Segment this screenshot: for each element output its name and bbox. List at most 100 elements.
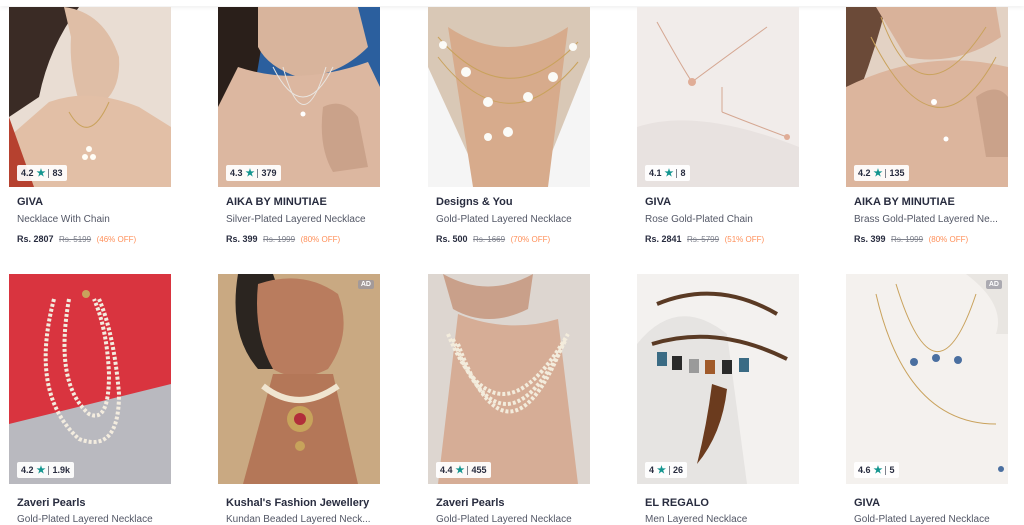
separator xyxy=(668,465,670,475)
discounted-price: Rs. 500 xyxy=(436,234,468,244)
product-image[interactable]: 4.3 ★ 379 xyxy=(218,7,380,187)
star-icon: ★ xyxy=(657,464,666,476)
product-card[interactable]: 4.2 ★ 1.9k Zaveri Pearls Gold-Plated Lay… xyxy=(9,274,171,525)
rating-badge: 4 ★ 26 xyxy=(645,462,687,478)
original-price: Rs. 5799 xyxy=(687,235,720,244)
product-name[interactable]: Necklace With Chain xyxy=(17,214,167,225)
rating-value: 4.2 xyxy=(858,168,871,178)
discounted-price: Rs. 2807 xyxy=(17,234,54,244)
product-image[interactable]: 4 ★ 26 xyxy=(637,274,799,484)
star-icon: ★ xyxy=(36,167,46,179)
separator xyxy=(467,465,469,475)
product-brand[interactable]: EL REGALO xyxy=(645,497,709,509)
product-card[interactable]: Designs & You Gold-Plated Layered Neckla… xyxy=(428,7,590,257)
product-grid: 4.2 ★ 83 GIVA Necklace With Chain Rs. 28… xyxy=(0,0,1024,525)
product-price: Rs. 399 Rs. 1999 (80% OFF) xyxy=(854,234,968,244)
product-image[interactable]: 4.2 ★ 83 xyxy=(9,7,171,187)
product-price: Rs. 500 Rs. 1669 (70% OFF) xyxy=(436,234,550,244)
separator xyxy=(885,168,887,178)
discount-percentage: (51% OFF) xyxy=(724,235,765,244)
product-brand[interactable]: AIKA BY MINUTIAE xyxy=(854,196,955,208)
product-card[interactable]: 4.4 ★ 455 Zaveri Pearls Gold-Plated Laye… xyxy=(428,274,590,525)
rating-count: 8 xyxy=(680,168,686,178)
rating-badge: 4.2 ★ 83 xyxy=(17,165,67,181)
product-image[interactable]: AD 4.6 ★ 5 xyxy=(846,274,1008,484)
original-price: Rs. 1669 xyxy=(473,235,506,244)
product-name[interactable]: Gold-Plated Layered Necklace xyxy=(17,514,167,525)
product-brand[interactable]: Zaveri Pearls xyxy=(436,497,505,509)
rating-count: 1.9k xyxy=(52,465,71,475)
separator xyxy=(48,465,50,475)
product-image[interactable]: 4.2 ★ 135 xyxy=(846,7,1008,187)
product-brand[interactable]: GIVA xyxy=(17,196,43,208)
product-brand[interactable]: GIVA xyxy=(854,497,880,509)
rating-badge: 4.2 ★ 135 xyxy=(854,165,909,181)
product-price: Rs. 2841 Rs. 5799 (51% OFF) xyxy=(645,234,764,244)
rating-value: 4 xyxy=(649,465,655,475)
product-image[interactable] xyxy=(428,7,590,187)
separator xyxy=(676,168,678,178)
original-price: Rs. 1999 xyxy=(891,235,924,244)
product-price: Rs. 399 Rs. 1999 (80% OFF) xyxy=(226,234,340,244)
rating-value: 4.3 xyxy=(230,168,243,178)
product-name[interactable]: Gold-Plated Layered Necklace xyxy=(854,514,1004,525)
product-name[interactable]: Brass Gold-Plated Layered Ne... xyxy=(854,214,1004,225)
rating-value: 4.1 xyxy=(649,168,662,178)
product-name[interactable]: Gold-Plated Layered Necklace xyxy=(436,214,586,225)
rating-count: 83 xyxy=(52,168,63,178)
product-card[interactable]: 4 ★ 26 EL REGALO Men Layered Necklace xyxy=(637,274,799,525)
rating-badge: 4.6 ★ 5 xyxy=(854,462,899,478)
rating-count: 26 xyxy=(672,465,683,475)
rating-value: 4.2 xyxy=(21,168,34,178)
rating-count: 5 xyxy=(889,465,895,475)
product-card[interactable]: 4.2 ★ 83 GIVA Necklace With Chain Rs. 28… xyxy=(9,7,171,257)
star-icon: ★ xyxy=(873,464,883,476)
discounted-price: Rs. 2841 xyxy=(645,234,682,244)
product-image[interactable]: 4.4 ★ 455 xyxy=(428,274,590,484)
original-price: Rs. 5199 xyxy=(59,235,92,244)
star-icon: ★ xyxy=(455,464,465,476)
rating-value: 4.4 xyxy=(440,465,453,475)
original-price: Rs. 1999 xyxy=(263,235,296,244)
product-brand[interactable]: AIKA BY MINUTIAE xyxy=(226,196,327,208)
product-card[interactable]: 4.2 ★ 135 AIKA BY MINUTIAE Brass Gold-Pl… xyxy=(846,7,1008,257)
discounted-price: Rs. 399 xyxy=(854,234,886,244)
product-card[interactable]: AD Kushal's Fashion Jewellery Kundan Bea… xyxy=(218,274,380,525)
product-image[interactable]: 4.1 ★ 8 xyxy=(637,7,799,187)
discount-percentage: (80% OFF) xyxy=(300,235,341,244)
rating-count: 455 xyxy=(471,465,487,475)
rating-count: 135 xyxy=(889,168,905,178)
rating-count: 379 xyxy=(261,168,277,178)
product-brand[interactable]: Zaveri Pearls xyxy=(17,497,86,509)
star-icon: ★ xyxy=(873,167,883,179)
discount-percentage: (70% OFF) xyxy=(510,235,551,244)
separator xyxy=(48,168,50,178)
rating-badge: 4.1 ★ 8 xyxy=(645,165,690,181)
discounted-price: Rs. 399 xyxy=(226,234,258,244)
discount-percentage: (80% OFF) xyxy=(928,235,969,244)
product-name[interactable]: Rose Gold-Plated Chain xyxy=(645,214,795,225)
rating-value: 4.6 xyxy=(858,465,871,475)
product-brand[interactable]: Designs & You xyxy=(436,196,513,208)
product-brand[interactable]: Kushal's Fashion Jewellery xyxy=(226,497,369,509)
rating-value: 4.2 xyxy=(21,465,34,475)
product-card[interactable]: 4.3 ★ 379 AIKA BY MINUTIAE Silver-Plated… xyxy=(218,7,380,257)
product-name[interactable]: Kundan Beaded Layered Neck... xyxy=(226,514,376,525)
star-icon: ★ xyxy=(245,167,255,179)
rating-badge: 4.4 ★ 455 xyxy=(436,462,491,478)
product-name[interactable]: Men Layered Necklace xyxy=(645,514,795,525)
product-image[interactable]: 4.2 ★ 1.9k xyxy=(9,274,171,484)
ad-badge: AD xyxy=(985,280,1002,289)
ad-badge: AD xyxy=(357,280,374,289)
discount-percentage: (46% OFF) xyxy=(96,235,137,244)
product-name[interactable]: Silver-Plated Layered Necklace xyxy=(226,214,376,225)
product-card[interactable]: AD 4.6 ★ 5 GIVA Gold-Plated Layered Neck… xyxy=(846,274,1008,525)
product-card[interactable]: 4.1 ★ 8 GIVA Rose Gold-Plated Chain Rs. … xyxy=(637,7,799,257)
product-image[interactable]: AD xyxy=(218,274,380,484)
product-brand[interactable]: GIVA xyxy=(645,196,671,208)
rating-badge: 4.3 ★ 379 xyxy=(226,165,281,181)
star-icon: ★ xyxy=(664,167,674,179)
star-icon: ★ xyxy=(36,464,46,476)
separator xyxy=(257,168,259,178)
product-name[interactable]: Gold-Plated Layered Necklace xyxy=(436,514,586,525)
